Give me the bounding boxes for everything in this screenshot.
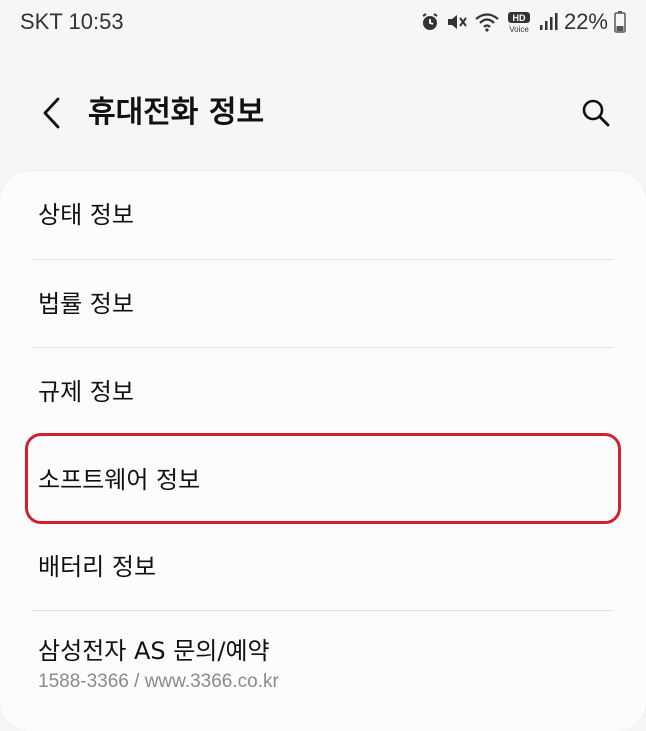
- menu-item-regulatory-info[interactable]: 규제 정보: [38, 348, 614, 435]
- page-title: 휴대전화 정보: [88, 95, 265, 130]
- signal-icon: [538, 12, 558, 32]
- menu-item-sublabel: 1588-3366 / www.3366.co.kr: [38, 671, 279, 692]
- menu-item-label: 배터리 정보: [38, 552, 157, 581]
- menu-item-label: 규제 정보: [38, 377, 134, 406]
- app-header: 휴대전화 정보: [0, 75, 646, 153]
- hd-voice-icon: HD Voice: [506, 11, 532, 33]
- back-button[interactable]: [34, 93, 70, 133]
- menu-item-battery-info[interactable]: 배터리 정보: [38, 523, 614, 610]
- search-button[interactable]: [574, 93, 618, 133]
- menu-item-label: 법률 정보: [38, 289, 134, 318]
- menu-item-status-info[interactable]: 상태 정보: [38, 171, 614, 259]
- status-right: HD Voice 22%: [420, 9, 626, 35]
- status-bar: SKT 10:53 HD Voice 22%: [0, 0, 646, 44]
- hd-voice-top-label: HD: [512, 13, 525, 23]
- status-left: SKT 10:53: [20, 9, 124, 35]
- settings-card: 상태 정보 법률 정보 규제 정보 소프트웨어 정보 배터리 정보 삼성전자 A…: [0, 171, 646, 731]
- chevron-left-icon: [43, 97, 60, 129]
- menu-item-label: 삼성전자 AS 문의/예약: [38, 637, 270, 665]
- menu-item-software-info[interactable]: 소프트웨어 정보: [38, 436, 614, 523]
- search-icon: [582, 99, 610, 127]
- carrier-time: SKT 10:53: [20, 9, 124, 34]
- mute-icon: [446, 12, 468, 32]
- menu-item-legal-info[interactable]: 법률 정보: [38, 260, 614, 347]
- menu-item-label: 소프트웨어 정보: [38, 465, 201, 494]
- battery-percent: 22%: [563, 9, 608, 34]
- battery-icon: [614, 11, 626, 33]
- menu-item-label: 상태 정보: [38, 201, 134, 229]
- wifi-icon: [474, 12, 500, 32]
- menu-item-samsung-service[interactable]: 삼성전자 AS 문의/예약 1588-3366 / www.3366.co.kr: [38, 611, 614, 719]
- hd-voice-bottom-label: Voice: [509, 25, 529, 33]
- alarm-icon: [420, 12, 440, 32]
